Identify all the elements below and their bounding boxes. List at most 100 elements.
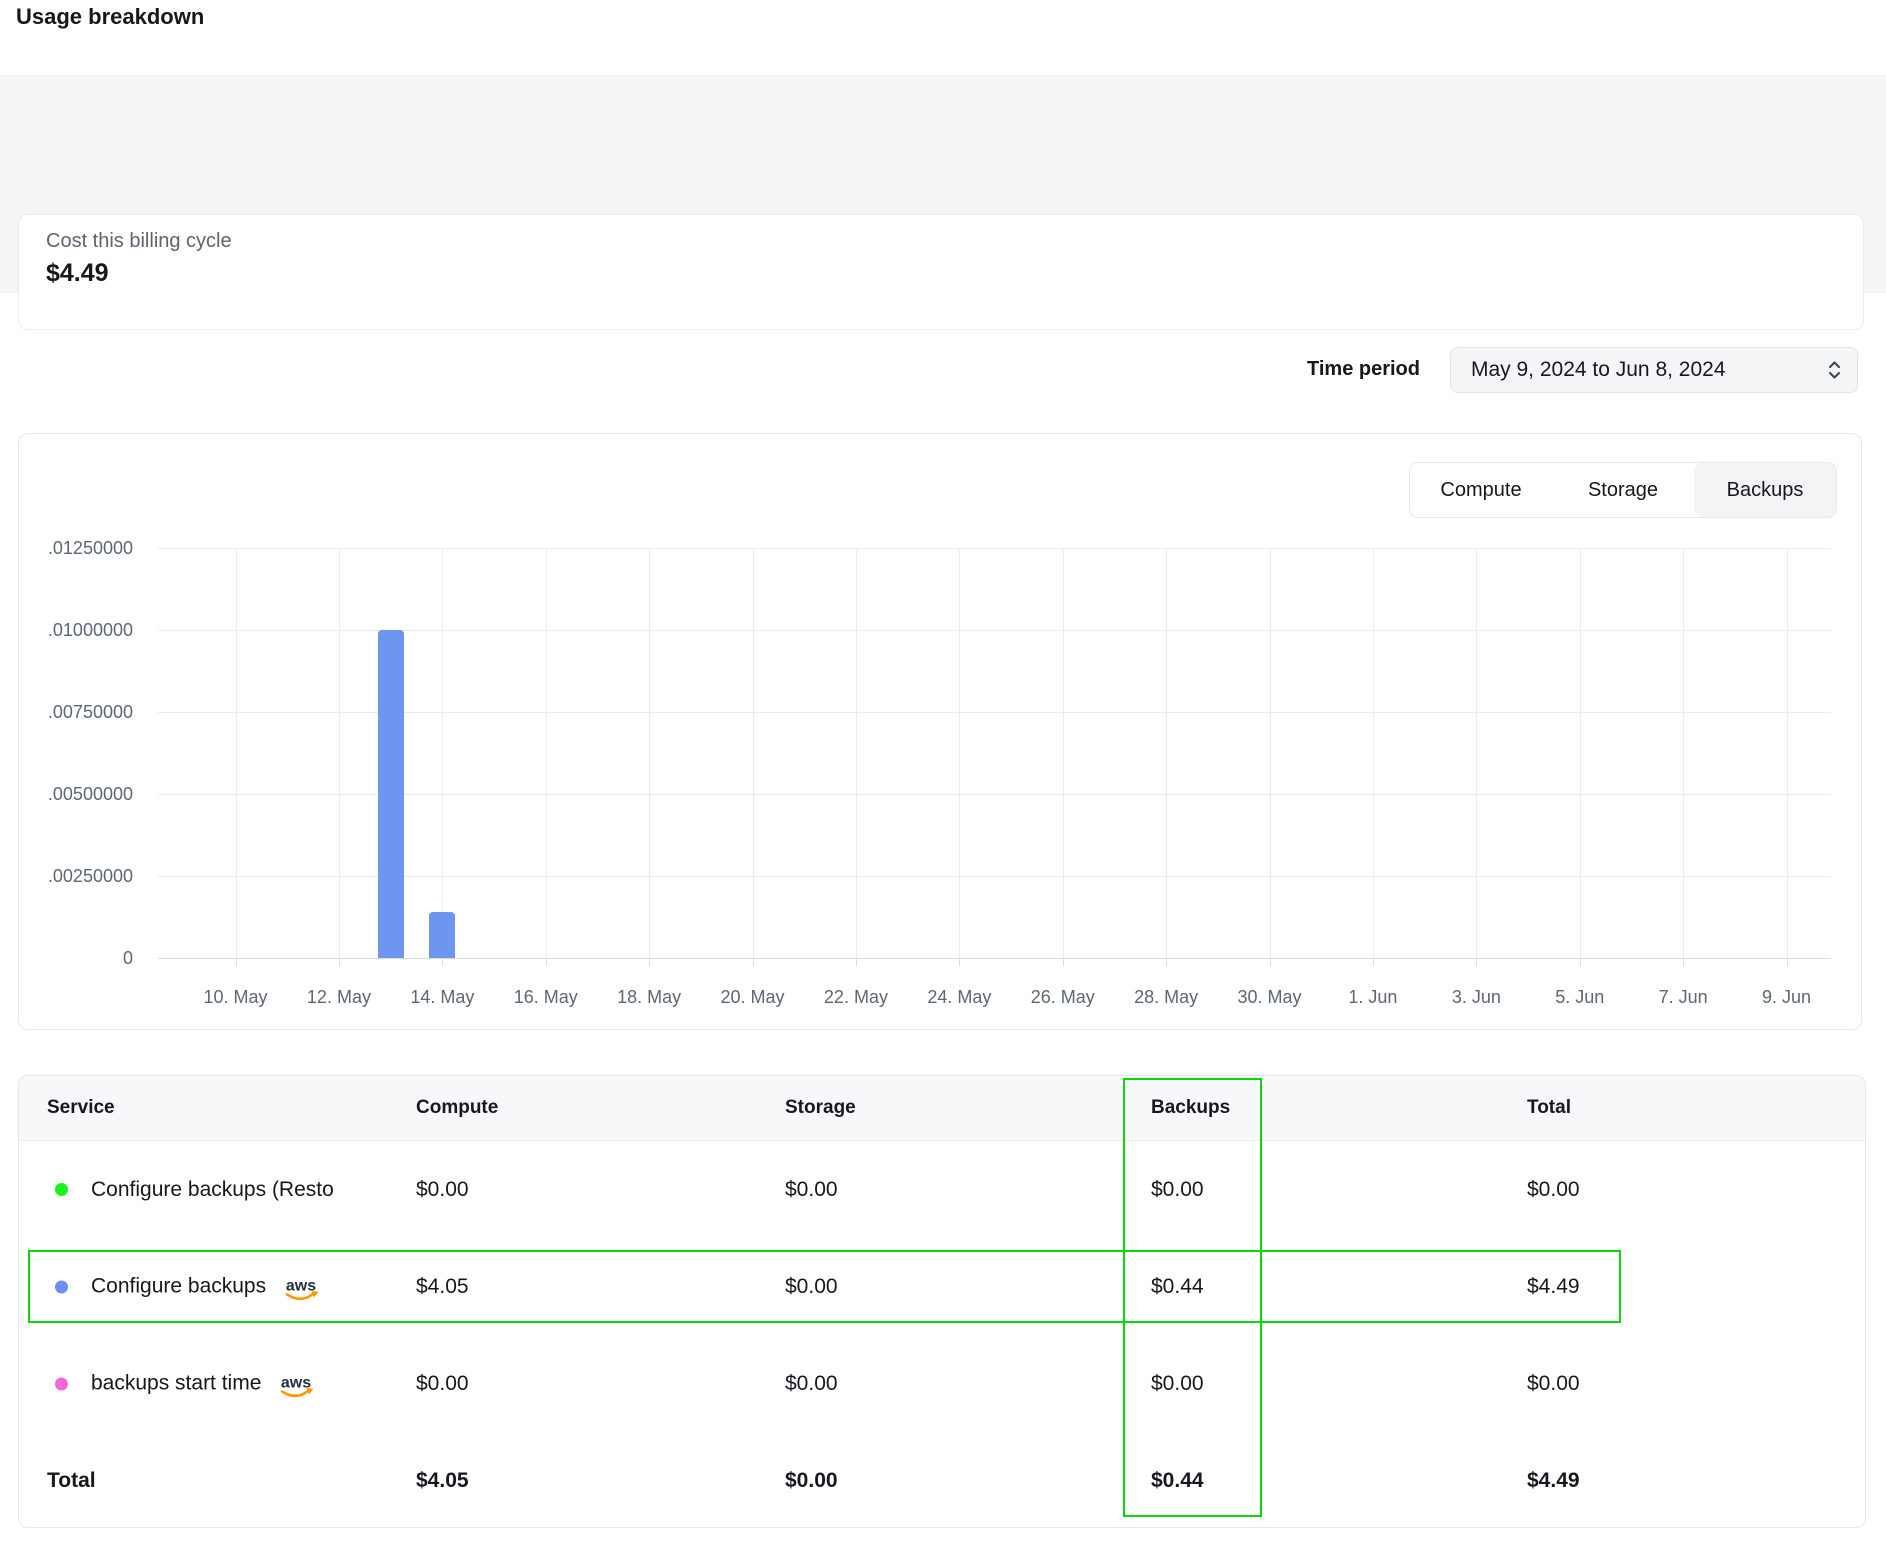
- gridline-vertical: [236, 548, 237, 958]
- x-axis-tick: [649, 958, 650, 966]
- usage-breakdown-page: Usage breakdown Cost this billing cycle …: [0, 0, 1886, 1548]
- service-color-dot: [55, 1280, 68, 1293]
- x-axis-tick: [959, 958, 960, 966]
- gridline-vertical: [546, 548, 547, 958]
- service-color-dot: [55, 1377, 68, 1390]
- x-axis-tick: [1787, 958, 1788, 966]
- table-total-row: Total$4.05$0.00$0.44$4.49: [19, 1432, 1865, 1528]
- chart-metric-tabs: Compute Storage Backups: [1409, 462, 1837, 518]
- gridline-vertical: [856, 548, 857, 958]
- x-axis-label: 26. May: [1013, 986, 1113, 1008]
- cell-compute: $0.00: [416, 1178, 469, 1202]
- aws-logo: aws: [282, 1275, 322, 1303]
- cell-storage: $0.00: [785, 1469, 838, 1493]
- billing-cycle-card: Cost this billing cycle $4.49: [18, 214, 1864, 330]
- billing-summary-band: Cost this billing cycle $4.49: [0, 75, 1886, 293]
- time-period-value: May 9, 2024 to Jun 8, 2024: [1471, 358, 1826, 382]
- x-axis-label: 20. May: [703, 986, 803, 1008]
- gridline-vertical: [1166, 548, 1167, 958]
- x-axis-tick: [1683, 958, 1684, 966]
- header-total: Total: [1527, 1076, 1571, 1139]
- aws-logo: aws: [277, 1372, 317, 1400]
- svg-text:aws: aws: [281, 1374, 311, 1391]
- cell-compute: $0.00: [416, 1372, 469, 1396]
- x-axis-tick: [753, 958, 754, 966]
- y-axis-label: .00500000: [19, 783, 133, 805]
- x-axis-tick: [1270, 958, 1271, 966]
- x-axis-label: 24. May: [909, 986, 1009, 1008]
- gridline-vertical: [753, 548, 754, 958]
- x-axis-tick: [339, 958, 340, 966]
- page-title: Usage breakdown: [16, 4, 204, 30]
- cell-service: Configure backups (Resto: [55, 1178, 334, 1202]
- x-axis-tick: [1373, 958, 1374, 966]
- tab-compute[interactable]: Compute: [1410, 463, 1552, 517]
- cell-backups: $0.00: [1151, 1178, 1204, 1202]
- usage-table-card: Service Compute Storage Backups Total Co…: [18, 1075, 1866, 1528]
- gridline-vertical: [959, 548, 960, 958]
- cell-total: $4.49: [1527, 1275, 1580, 1299]
- cell-backups: $0.44: [1151, 1275, 1204, 1299]
- gridline-vertical: [1063, 548, 1064, 958]
- gridline-vertical: [1373, 548, 1374, 958]
- usage-bar-14: [429, 912, 455, 958]
- service-color-dot: [55, 1183, 68, 1196]
- cell-service: backups start time aws: [55, 1367, 317, 1400]
- service-name: Configure backups (Resto: [91, 1178, 334, 1202]
- gridline-vertical: [1270, 548, 1271, 958]
- y-axis-label: .01000000: [19, 619, 133, 641]
- y-axis-label: .00250000: [19, 865, 133, 887]
- tab-backups[interactable]: Backups: [1694, 463, 1836, 517]
- x-axis-label: 30. May: [1220, 986, 1320, 1008]
- cell-storage: $0.00: [785, 1275, 838, 1299]
- x-axis-tick: [442, 958, 443, 966]
- gridline-vertical: [442, 548, 443, 958]
- service-name: backups start time: [91, 1372, 261, 1396]
- time-period-select[interactable]: May 9, 2024 to Jun 8, 2024: [1450, 347, 1858, 393]
- x-axis-label: 5. Jun: [1530, 986, 1630, 1008]
- gridline-vertical: [1476, 548, 1477, 958]
- gridline-vertical: [1787, 548, 1788, 958]
- x-axis-label: 12. May: [289, 986, 389, 1008]
- gridline-vertical: [339, 548, 340, 958]
- x-axis-tick: [1166, 958, 1167, 966]
- table-body: Configure backups (Resto $0.00 $0.00 $0.00 $…: [19, 1141, 1865, 1528]
- y-axis-label: 0: [19, 947, 133, 969]
- cell-total: $0.00: [1527, 1178, 1580, 1202]
- cell-storage: $0.00: [785, 1178, 838, 1202]
- usage-bar-13: [378, 630, 404, 958]
- x-axis-label: 1. Jun: [1323, 986, 1423, 1008]
- x-axis-tick: [1476, 958, 1477, 966]
- cell-backups: $0.44: [1151, 1469, 1204, 1493]
- x-axis-tick: [546, 958, 547, 966]
- tab-storage[interactable]: Storage: [1552, 463, 1694, 517]
- chevron-up-down-icon: [1826, 358, 1843, 382]
- x-axis-label: 14. May: [392, 986, 492, 1008]
- time-period-label: Time period: [1100, 358, 1420, 381]
- gridline-vertical: [1580, 548, 1581, 958]
- x-axis-label: 18. May: [599, 986, 699, 1008]
- x-axis-tick: [236, 958, 237, 966]
- cell-total: $0.00: [1527, 1372, 1580, 1396]
- cell-total: $4.49: [1527, 1469, 1580, 1493]
- x-axis-label: 10. May: [186, 986, 286, 1008]
- header-storage: Storage: [785, 1076, 856, 1139]
- total-label: Total: [47, 1469, 96, 1493]
- table-row: Configure backups (Resto $0.00 $0.00 $0.00 $…: [19, 1141, 1865, 1238]
- billing-cycle-value: $4.49: [46, 259, 1863, 288]
- plot-area: .01250000.01000000.00750000.00500000.002…: [19, 434, 1861, 1029]
- table-row: Configure backups aws $4.05$0.00$0.44$4.…: [19, 1238, 1865, 1335]
- cell-storage: $0.00: [785, 1372, 838, 1396]
- table-header: Service Compute Storage Backups Total: [19, 1076, 1865, 1141]
- billing-cycle-label: Cost this billing cycle: [46, 229, 1863, 253]
- table-row: backups start time aws $0.00 $0.00 $0.00 $0…: [19, 1335, 1865, 1432]
- x-axis-label: 28. May: [1116, 986, 1216, 1008]
- x-axis-tick: [856, 958, 857, 966]
- x-axis-label: 9. Jun: [1737, 986, 1837, 1008]
- x-axis-label: 3. Jun: [1426, 986, 1526, 1008]
- cell-backups: $0.00: [1151, 1372, 1204, 1396]
- x-axis-tick: [1063, 958, 1064, 966]
- y-axis-label: .00750000: [19, 701, 133, 723]
- x-axis-label: 16. May: [496, 986, 596, 1008]
- usage-chart-card: Compute Storage Backups .01250000.010000…: [18, 433, 1862, 1030]
